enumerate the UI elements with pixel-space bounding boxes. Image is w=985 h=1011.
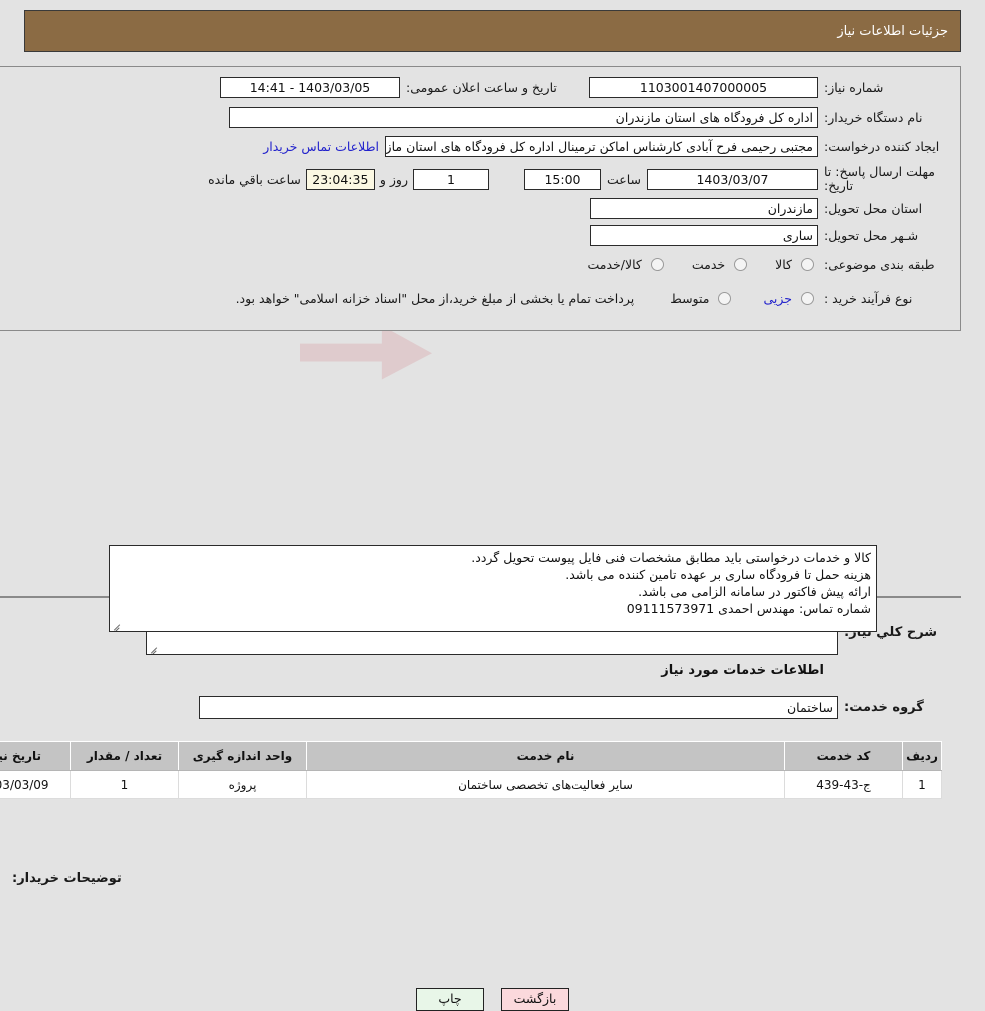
row-category: طبقه بندی موضوعی: کالا خدمت کالا/خدمت	[585, 257, 948, 272]
buyer-org-label: نام دستگاه خریدار:	[824, 110, 923, 125]
category-option-kala[interactable]: کالا	[773, 257, 818, 272]
th-code: کد خدمت	[784, 741, 903, 771]
city-label: شـهر محل تحویل:	[824, 228, 919, 243]
need-info-panel: شماره نیاز: 1103001407000005 تاریخ و ساع…	[0, 66, 961, 331]
remaining-suffix-label: ساعت باقي مانده	[208, 171, 301, 187]
process-label: نوع فرآیند خرید :	[824, 291, 913, 306]
creator-label: ایجاد کننده درخواست:	[824, 139, 940, 154]
row-province: استان محل تحویل: مازندران	[590, 198, 948, 219]
city-value: ساری	[590, 225, 818, 246]
row-deadline: مهلت ارسال پاسخ: تا تاریخ: 1403/03/07 سا…	[208, 165, 948, 193]
process-note: پرداخت تمام یا بخشی از مبلغ خرید،از محل …	[235, 291, 635, 306]
category-radio-kala[interactable]	[801, 258, 814, 271]
row-service-group: گروه خدمت: ساختمان	[199, 696, 948, 719]
need-number-label: شماره نیاز:	[824, 80, 884, 95]
category-label-khedmat: خدمت	[691, 257, 726, 272]
row-city: شـهر محل تحویل: ساری	[590, 225, 948, 246]
process-option-motavaset[interactable]: متوسط	[668, 291, 735, 306]
remaining-countdown-value: 23:04:35	[305, 168, 375, 190]
buyer-notes-label: توضیحات خریدار:	[12, 871, 122, 886]
th-quantity: تعداد / مقدار	[70, 741, 179, 771]
category-label: طبقه بندی موضوعی:	[824, 257, 935, 272]
row-creator: ایجاد کننده درخواست: مجتبی رحیمی فرح آبا…	[263, 136, 948, 157]
process-label-motavaset: متوسط	[670, 291, 710, 306]
buyer-contact-link[interactable]: اطلاعات تماس خریدار	[263, 139, 379, 154]
buyer-org-value: اداره کل فرودگاه های استان مازندران	[229, 107, 818, 128]
process-radio-motavaset[interactable]	[718, 292, 732, 305]
category-label-kala-khedmat: کالا/خدمت	[587, 257, 642, 272]
back-button[interactable]: بازگشت	[501, 988, 569, 1011]
td-quantity: 1	[70, 770, 179, 799]
buyer-notes-textarea[interactable]: کالا و خدمات درخواستی باید مطابق مشخصات …	[109, 545, 877, 632]
td-date: 1403/03/09	[0, 770, 71, 799]
need-number-value: 1103001407000005	[589, 77, 818, 98]
process-option-jozi[interactable]: جزیی	[761, 291, 818, 306]
th-date: تاریخ نیاز	[0, 741, 71, 771]
category-option-kala-khedmat[interactable]: کالا/خدمت	[585, 257, 667, 272]
buyer-notes-line-2: هزینه حمل تا فرودگاه ساری بر عهده تامین …	[565, 567, 871, 582]
service-group-label: گروه خدمت:	[844, 700, 924, 715]
deadline-hour-value: 15:00	[523, 168, 601, 190]
category-label-kala: کالا	[775, 257, 792, 272]
td-name: سایر فعالیت‌های تخصصی ساختمان	[306, 770, 785, 799]
announce-datetime-label: تاریخ و ساعت اعلان عمومی:	[406, 80, 557, 95]
row-need-number: شماره نیاز: 1103001407000005	[589, 77, 948, 98]
page-title: جزئیات اطلاعات نیاز	[837, 23, 948, 39]
buyer-notes-line-4: شماره تماس: مهندس احمدی 09111573971	[626, 601, 871, 616]
print-button[interactable]: چاپ	[416, 988, 484, 1011]
process-label-jozi: جزیی	[763, 291, 792, 306]
resize-grip-icon[interactable]	[149, 644, 158, 653]
row-process-type: نوع فرآیند خرید : جزیی متوسط پرداخت تمام…	[236, 291, 948, 306]
category-radio-kala-khedmat[interactable]	[650, 258, 664, 271]
announce-datetime-value: 1403/03/05 - 14:41	[220, 77, 400, 98]
row-buyer-notes-label: توضیحات خریدار:	[0, 871, 122, 886]
deadline-date-value: 1403/03/07	[647, 168, 818, 190]
td-code: ج-43-439	[784, 770, 903, 799]
td-radif: 1	[902, 770, 942, 799]
table-row: 1 ج-43-439 سایر فعالیت‌های تخصصی ساختمان…	[0, 770, 942, 799]
province-label: استان محل تحویل:	[824, 201, 923, 216]
province-value: مازندران	[590, 198, 818, 219]
category-option-khedmat[interactable]: خدمت	[690, 257, 751, 272]
action-buttons: بازگشت چاپ	[0, 988, 985, 1011]
service-group-value: ساختمان	[199, 696, 838, 719]
remaining-days-label: روز و	[379, 171, 408, 187]
th-radif: ردیف	[902, 741, 942, 771]
th-name: نام خدمت	[306, 741, 785, 771]
deadline-hour-label: ساعت	[606, 171, 641, 187]
buyer-notes-line-3: ارائه پیش فاکتور در سامانه الزامی می باش…	[638, 584, 871, 599]
services-section-heading: اطلاعات خدمات مورد نیاز	[661, 663, 824, 678]
th-unit: واحد اندازه گیری	[178, 741, 307, 771]
buyer-notes-line-1: کالا و خدمات درخواستی باید مطابق مشخصات …	[471, 550, 871, 565]
remaining-days-value: 1	[412, 168, 489, 190]
process-radio-jozi[interactable]	[801, 292, 814, 305]
page-header: جزئیات اطلاعات نیاز	[24, 10, 961, 52]
resize-grip-icon[interactable]	[112, 621, 121, 630]
category-radio-khedmat[interactable]	[734, 258, 748, 271]
creator-value: مجتبی رحیمی فرح آبادی کارشناس اماکن ترمی…	[385, 136, 818, 157]
row-announce-datetime: تاریخ و ساعت اعلان عمومی: 1403/03/05 - 1…	[220, 77, 580, 98]
deadline-label: مهلت ارسال پاسخ: تا تاریخ:	[824, 164, 935, 193]
row-buyer-org: نام دستگاه خریدار: اداره کل فرودگاه های …	[229, 107, 948, 128]
services-table: ردیف کد خدمت نام خدمت واحد اندازه گیری ت…	[0, 741, 942, 799]
services-table-wrap: ردیف کد خدمت نام خدمت واحد اندازه گیری ت…	[0, 741, 942, 799]
td-unit: پروژه	[178, 770, 307, 799]
table-header-row: ردیف کد خدمت نام خدمت واحد اندازه گیری ت…	[0, 741, 942, 771]
